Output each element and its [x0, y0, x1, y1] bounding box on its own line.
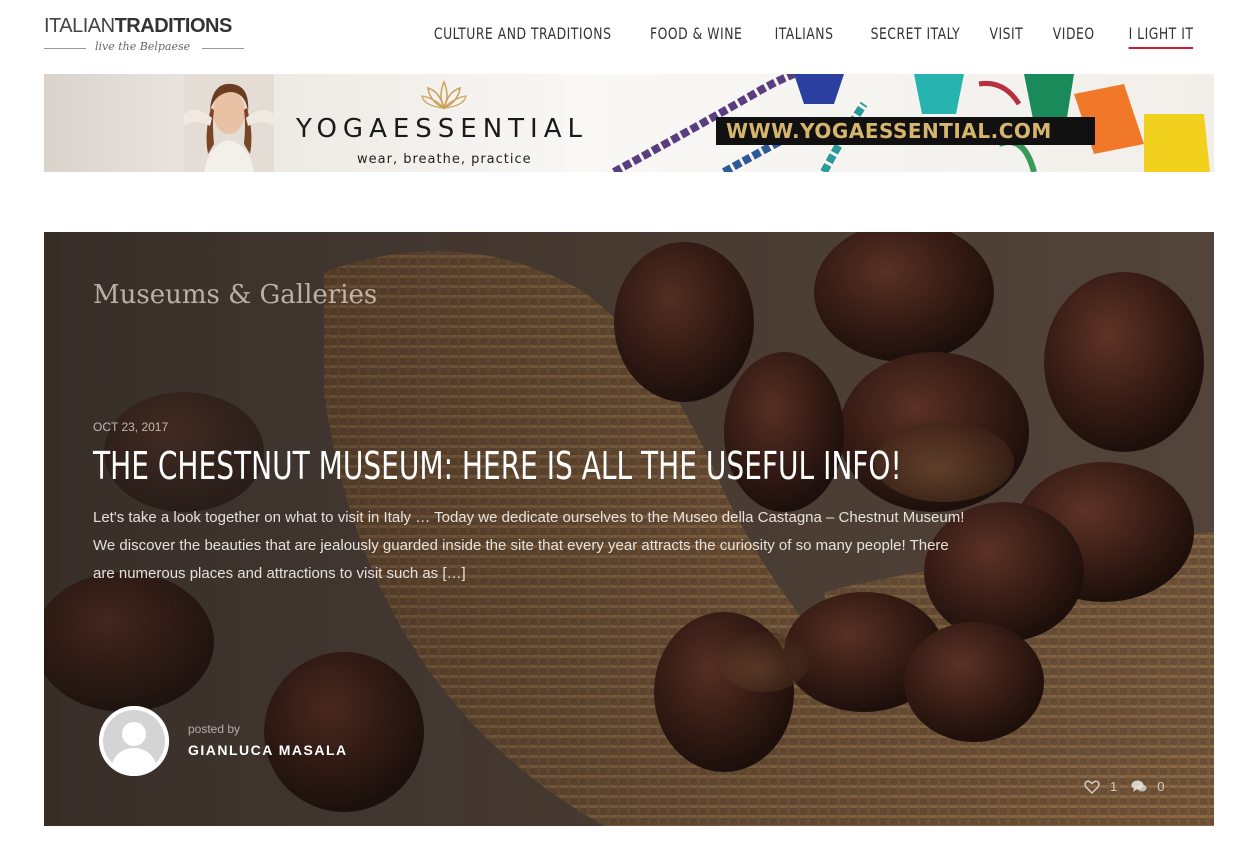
user-avatar-icon — [99, 706, 169, 776]
nav-item-culture-and-traditions[interactable]: CULTURE AND TRADITIONS — [434, 24, 612, 49]
author-name[interactable]: GIANLUCA MASALA — [188, 742, 348, 758]
logo-tagline-row: live the Belpaese — [44, 40, 244, 56]
tagline-rule-right — [202, 48, 244, 49]
article-stats: 1 0 — [1084, 779, 1178, 794]
site-logo[interactable]: ITALIANTRADITIONS live the Belpaese — [44, 14, 249, 60]
logo-part-italian: ITALIAN — [44, 15, 115, 37]
banner-slogan: wear, breathe, practice — [357, 152, 532, 167]
article-excerpt: Let's take a look together on what to vi… — [93, 509, 965, 582]
article-title[interactable]: THE CHESTNUT MUSEUM: HERE IS ALL THE USE… — [93, 444, 902, 488]
nav-item-video[interactable]: VIDEO — [1053, 24, 1095, 49]
nav-item-food-and-wine[interactable]: FOOD & WINE — [650, 24, 742, 49]
comments-count: 0 — [1157, 779, 1165, 794]
nav-item-italians[interactable]: ITALIANS — [775, 24, 834, 49]
tagline-rule-left — [44, 48, 86, 49]
nav-item-i-light-it[interactable]: I LIGHT IT — [1128, 24, 1193, 49]
logo-part-traditions: TRADITIONS — [114, 15, 233, 37]
comment-bubbles-icon[interactable] — [1131, 780, 1147, 794]
logo-wordmark: ITALIANTRADITIONS — [44, 14, 249, 38]
posted-by-label: posted by — [188, 722, 241, 736]
heart-icon[interactable] — [1084, 780, 1100, 794]
lotus-logo-icon — [421, 80, 467, 110]
article-category[interactable]: Museums & Galleries — [93, 280, 377, 310]
main-nav: CULTURE AND TRADITIONS FOOD & WINE ITALI… — [382, 24, 1193, 49]
nav-item-visit[interactable]: VISIT — [989, 24, 1023, 49]
banner-brand: YOGAESSENTIAL — [296, 114, 588, 144]
banner-url[interactable]: WWW.YOGAESSENTIAL.COM — [726, 119, 1052, 143]
nav-item-secret-italy[interactable]: SECRET ITALY — [871, 24, 961, 49]
featured-article[interactable]: Museums & Galleries OCT 23, 2017 THE CHE… — [44, 232, 1214, 826]
site-header: ITALIANTRADITIONS live the Belpaese CULT… — [0, 0, 1238, 72]
logo-tagline: live the Belpaese — [95, 40, 191, 53]
article-date: OCT 23, 2017 — [93, 420, 169, 434]
author-avatar[interactable] — [99, 706, 169, 776]
banner-woman-image — [184, 74, 274, 172]
likes-count: 1 — [1110, 779, 1118, 794]
ad-banner[interactable]: YOGAESSENTIAL wear, breathe, practice WW… — [44, 74, 1214, 172]
